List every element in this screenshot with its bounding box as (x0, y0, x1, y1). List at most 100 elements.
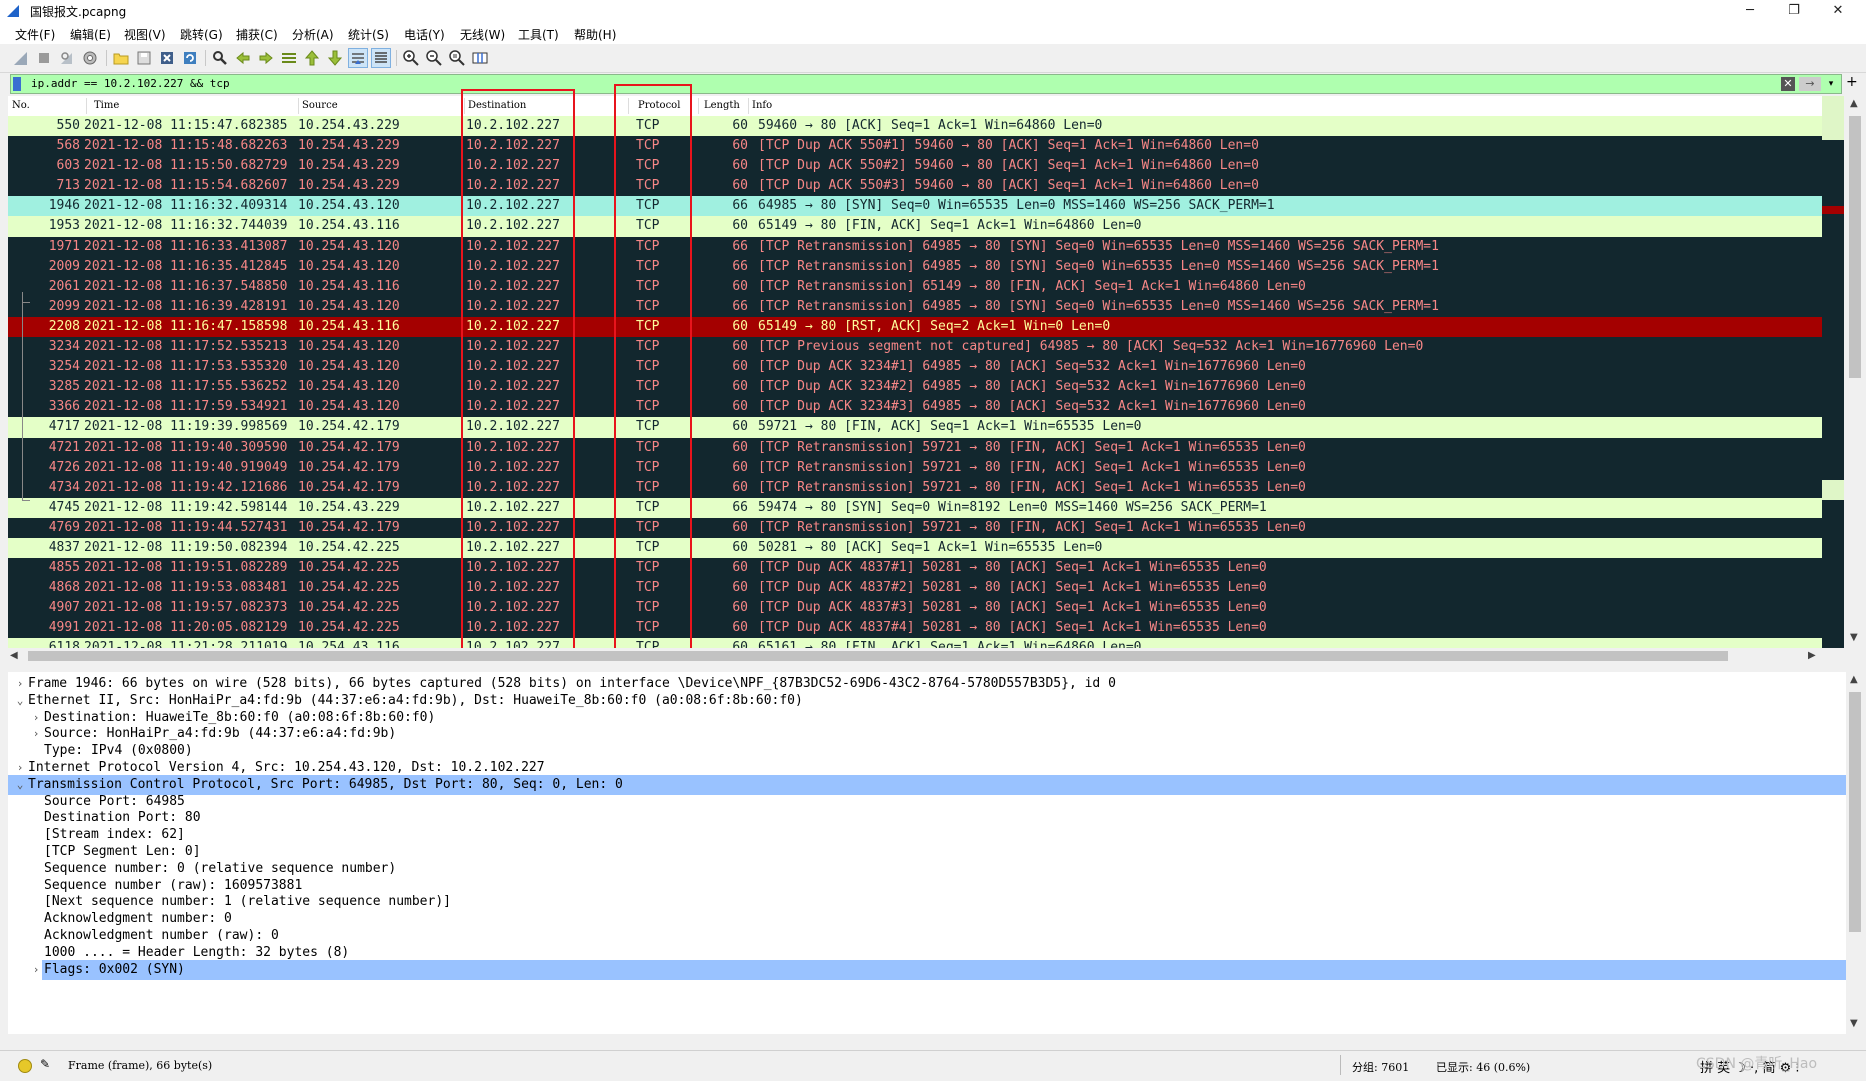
reload-icon[interactable] (181, 49, 199, 67)
packet-row[interactable]: 550 2021-12-08 11:15:47.682385 10.254.43.2… (8, 116, 1822, 137)
resize-columns-icon[interactable] (471, 49, 489, 67)
zoom-in-icon[interactable] (402, 49, 420, 67)
packet-row[interactable]: 3366 2021-12-08 11:17:59.534921 10.254.43.… (8, 397, 1822, 418)
packet-row[interactable]: 4769 2021-12-08 11:19:44.527431 10.254.42.… (8, 517, 1822, 538)
packet-row[interactable]: 1971 2021-12-08 11:16:33.413087 10.254.43.… (8, 236, 1822, 257)
packet-row[interactable]: 2208 2021-12-08 11:16:47.158598 10.254.43.… (8, 316, 1822, 338)
column-divider[interactable] (298, 98, 299, 114)
column-header-time[interactable]: Time (94, 100, 119, 111)
packet-row[interactable]: 1946 2021-12-08 11:16:32.409314 10.254.43.… (8, 196, 1822, 217)
display-filter-input[interactable]: ip.addr == 10.2.102.227 && tcp ✕ → ▾ (10, 74, 1842, 94)
details-vertical-scrollbar[interactable]: ▲ ▼ (1846, 672, 1864, 1034)
packet-row[interactable]: 568 2021-12-08 11:15:48.682263 10.254.43.2… (8, 136, 1822, 157)
scroll-up-arrow-icon[interactable]: ▲ (1850, 674, 1858, 685)
menu-telephony[interactable]: 电话(Y) (404, 26, 445, 43)
packet-row[interactable]: 2009 2021-12-08 11:16:35.412845 10.254.43.… (8, 256, 1822, 277)
packet-row[interactable]: 3254 2021-12-08 11:17:53.535320 10.254.43.… (8, 357, 1822, 378)
scroll-right-arrow-icon[interactable]: ▶ (1808, 650, 1816, 661)
packet-row[interactable]: 4868 2021-12-08 11:19:53.083481 10.254.42.… (8, 578, 1822, 599)
packet-row[interactable]: 713 2021-12-08 11:15:54.682607 10.254.43.2… (8, 176, 1822, 197)
details-horizontal-scrollbar[interactable] (8, 1034, 1846, 1044)
packet-list-vertical-scrollbar[interactable]: ▲ ▼ (1846, 96, 1864, 648)
menu-statistics[interactable]: 统计(S) (348, 26, 389, 43)
add-filter-button[interactable]: + (1846, 74, 1858, 90)
packet-row[interactable]: 3234 2021-12-08 11:17:52.535213 10.254.43.… (8, 337, 1822, 358)
bookmark-icon[interactable] (13, 77, 21, 91)
close-file-icon[interactable] (158, 49, 176, 67)
apply-filter-icon[interactable]: → (1799, 77, 1821, 91)
menu-file[interactable]: 文件(F) (15, 26, 55, 43)
last-packet-icon[interactable] (326, 49, 344, 67)
menu-help[interactable]: 帮助(H) (574, 26, 616, 43)
menu-view[interactable]: 视图(V) (124, 26, 166, 43)
column-header-info[interactable]: Info (752, 100, 772, 111)
packet-row[interactable]: 4855 2021-12-08 11:19:51.082289 10.254.42.… (8, 558, 1822, 579)
expert-info-led-icon[interactable] (18, 1059, 32, 1073)
packet-row[interactable]: 2061 2021-12-08 11:16:37.548850 10.254.43.… (8, 276, 1822, 297)
shark-fin-start-icon[interactable] (12, 49, 30, 67)
zoom-out-icon[interactable] (425, 49, 443, 67)
menu-tools[interactable]: 工具(T) (518, 26, 559, 43)
packet-minimap[interactable] (1822, 96, 1844, 648)
packet-list-horizontal-scrollbar[interactable]: ◀ ▶ (8, 648, 1822, 664)
packet-row[interactable]: 4734 2021-12-08 11:19:42.121686 10.254.42.… (8, 477, 1822, 498)
go-to-packet-icon[interactable] (280, 49, 298, 67)
close-button[interactable]: ✕ (1816, 0, 1860, 22)
column-header-no[interactable]: No. (12, 100, 30, 111)
scroll-up-arrow-icon[interactable]: ▲ (1850, 98, 1858, 109)
save-icon[interactable] (135, 49, 153, 67)
packet-row[interactable]: 4991 2021-12-08 11:20:05.082129 10.254.42.… (8, 618, 1822, 639)
packet-row[interactable]: 6118 2021-12-08 11:21:28.211019 10.254.43.… (8, 638, 1822, 648)
menu-go[interactable]: 跳转(G) (180, 26, 223, 43)
expand-arrow-icon[interactable]: › (30, 960, 42, 980)
packet-row[interactable]: 1953 2021-12-08 11:16:32.744039 10.254.43.… (8, 216, 1822, 237)
menu-analyze[interactable]: 分析(A) (292, 26, 334, 43)
minimize-button[interactable]: ─ (1728, 0, 1772, 22)
packet-row[interactable]: 4745 2021-12-08 11:19:42.598144 10.254.43.… (8, 497, 1822, 518)
column-header-length[interactable]: Length (704, 100, 740, 111)
filter-text[interactable]: ip.addr == 10.2.102.227 && tcp (31, 77, 230, 90)
clear-filter-icon[interactable]: ✕ (1781, 77, 1795, 91)
zoom-normal-icon[interactable] (448, 49, 466, 67)
scroll-left-arrow-icon[interactable]: ◀ (10, 650, 18, 661)
packet-row[interactable]: 3285 2021-12-08 11:17:55.536252 10.254.43.… (8, 377, 1822, 398)
packet-details-tree[interactable]: › Frame 1946: 66 bytes on wire (528 bits)… (8, 672, 1846, 1034)
options-gear-icon[interactable] (81, 49, 99, 67)
packet-row[interactable]: 603 2021-12-08 11:15:50.682729 10.254.43.2… (8, 156, 1822, 177)
column-divider[interactable] (748, 98, 749, 114)
column-divider[interactable] (86, 98, 87, 114)
stop-icon[interactable] (35, 49, 53, 67)
column-header-source[interactable]: Source (302, 100, 338, 111)
packet-row[interactable]: 2099 2021-12-08 11:16:39.428191 10.254.43.… (8, 296, 1822, 317)
scrollbar-thumb[interactable] (1849, 116, 1861, 378)
open-folder-icon[interactable] (112, 49, 130, 67)
scroll-down-arrow-icon[interactable]: ▼ (1850, 632, 1858, 643)
autoscroll-icon[interactable] (348, 48, 368, 68)
packet-row[interactable]: 4726 2021-12-08 11:19:40.919049 10.254.42.… (8, 457, 1822, 478)
menu-wireless[interactable]: 无线(W) (460, 26, 505, 43)
filter-history-dropdown[interactable]: ▾ (1825, 77, 1837, 91)
menu-edit[interactable]: 编辑(E) (70, 26, 111, 43)
scroll-down-arrow-icon[interactable]: ▼ (1850, 1018, 1858, 1029)
scrollbar-thumb[interactable] (1849, 692, 1861, 932)
colorize-icon[interactable] (371, 48, 391, 68)
restart-icon[interactable] (58, 49, 76, 67)
protocol-highlight-box (614, 84, 692, 654)
scrollbar-thumb[interactable] (28, 651, 1728, 661)
packet-row[interactable]: 4717 2021-12-08 11:19:39.998569 10.254.42.… (8, 417, 1822, 438)
detail-tree-item[interactable]: › Flags: 0x002 (SYN) (8, 959, 1846, 980)
maximize-button[interactable]: ❐ (1772, 0, 1816, 22)
first-packet-icon[interactable] (303, 49, 321, 67)
find-icon[interactable] (211, 49, 229, 67)
packet-row[interactable]: 4837 2021-12-08 11:19:50.082394 10.254.42.… (8, 537, 1822, 559)
go-forward-icon[interactable] (257, 49, 275, 67)
packet-list[interactable]: No. Time Source Destination Protocol Len… (8, 96, 1822, 648)
edit-comment-icon[interactable]: ✎ (40, 1057, 50, 1071)
packet-row[interactable]: 4907 2021-12-08 11:19:57.082373 10.254.42.… (8, 598, 1822, 619)
packet-cell-src: 10.254.43.229 (298, 118, 400, 133)
packet-cell-time: 2021-12-08 11:16:37.548850 (84, 278, 288, 294)
packet-row[interactable]: 4721 2021-12-08 11:19:40.309590 10.254.42.… (8, 437, 1822, 458)
menu-capture[interactable]: 捕获(C) (236, 26, 278, 43)
column-divider[interactable] (698, 98, 699, 114)
go-back-icon[interactable] (234, 49, 252, 67)
